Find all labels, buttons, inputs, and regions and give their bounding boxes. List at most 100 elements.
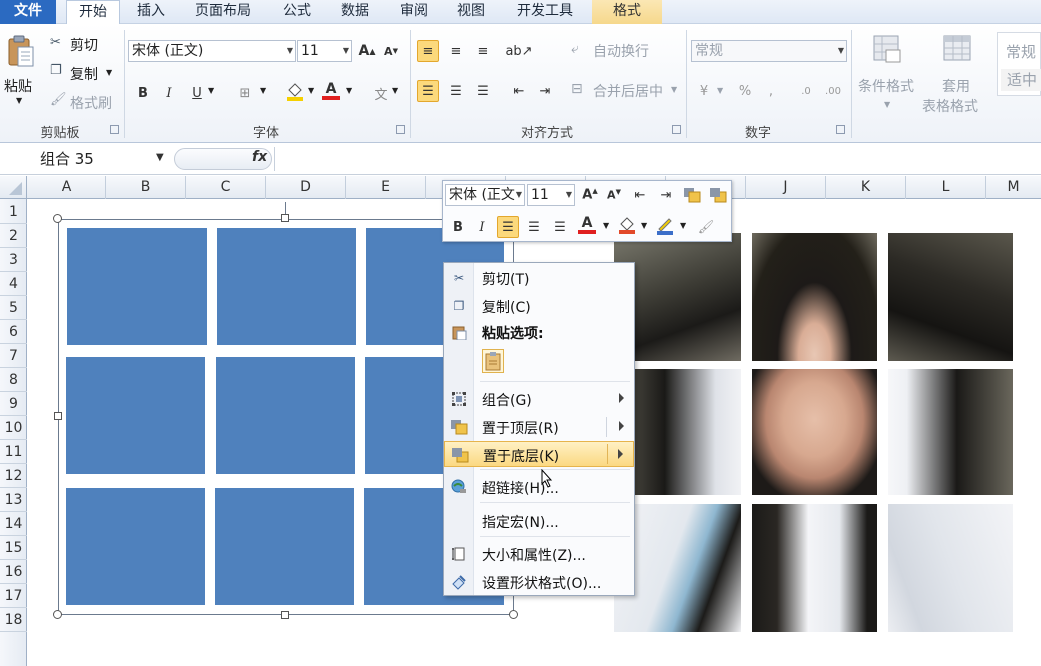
- name-box-dropdown-icon[interactable]: ▼: [156, 152, 164, 163]
- align-right-button[interactable]: ☰: [472, 80, 494, 102]
- row-header[interactable]: 5: [0, 296, 27, 320]
- font-color-button[interactable]: A: [320, 80, 342, 102]
- row-header[interactable]: 6: [0, 320, 27, 344]
- clipboard-launcher-icon[interactable]: [110, 125, 119, 134]
- row-header[interactable]: 10: [0, 416, 27, 440]
- photo-tile[interactable]: [752, 233, 877, 361]
- resize-handle-w[interactable]: [54, 412, 62, 420]
- tab-page-layout[interactable]: 页面布局: [184, 0, 262, 24]
- photo-tile[interactable]: [888, 233, 1013, 361]
- mini-line-color-button[interactable]: [654, 214, 676, 236]
- row-header[interactable]: 13: [0, 488, 27, 512]
- underline-dropdown-icon[interactable]: ▼: [208, 86, 214, 95]
- mini-align-right-button[interactable]: ☰: [549, 216, 571, 238]
- tab-home[interactable]: 开始: [66, 0, 120, 25]
- shrink-font-button[interactable]: A ▼: [380, 40, 402, 62]
- merge-center-button[interactable]: ⊟ 合并后居中 ▼: [571, 80, 681, 102]
- menu-item-send-to-back[interactable]: 置于底层(K): [444, 441, 634, 467]
- row-header[interactable]: 7: [0, 344, 27, 368]
- currency-button[interactable]: ¥: [693, 80, 715, 102]
- tab-developer[interactable]: 开发工具: [504, 0, 586, 24]
- tab-format[interactable]: 格式: [592, 0, 662, 24]
- menu-item-hyperlink[interactable]: 超链接(H)...: [444, 474, 634, 500]
- mini-grow-font-button[interactable]: A▲: [579, 184, 601, 206]
- col-header-j[interactable]: J: [746, 176, 826, 199]
- mini-font-combo[interactable]: 宋体 (正文 ▼: [445, 184, 525, 206]
- formula-input[interactable]: [274, 147, 1041, 171]
- row-header[interactable]: 14: [0, 512, 27, 536]
- submenu-arrow-icon[interactable]: [619, 421, 624, 431]
- menu-item-size-properties[interactable]: 大小和属性(Z)...: [444, 541, 634, 567]
- menu-item-assign-macro[interactable]: 指定宏(N)...: [444, 508, 634, 534]
- mini-format-painter-button[interactable]: 🖌: [695, 216, 717, 238]
- cut-button[interactable]: ✂ 剪切: [50, 34, 110, 54]
- col-header-b[interactable]: B: [106, 176, 186, 199]
- decrease-indent-button[interactable]: ⇤: [508, 80, 530, 102]
- mini-increase-indent-button[interactable]: ⇥: [655, 184, 677, 206]
- copy-button[interactable]: ❐ 复制 ▼: [50, 63, 116, 83]
- photo-tile[interactable]: [752, 369, 877, 495]
- font-name-combo[interactable]: 宋体 (正文) ▼: [128, 40, 296, 62]
- fill-dropdown-icon[interactable]: ▼: [308, 86, 314, 95]
- photo-tile[interactable]: [888, 369, 1013, 495]
- font-size-combo[interactable]: 11 ▼: [297, 40, 352, 62]
- italic-button[interactable]: I: [158, 82, 180, 104]
- increase-indent-button[interactable]: ⇥: [534, 80, 556, 102]
- col-header-k[interactable]: K: [826, 176, 906, 199]
- col-header-m[interactable]: M: [986, 176, 1041, 199]
- paste-button[interactable]: 粘贴 ▼: [4, 34, 38, 112]
- number-launcher-icon[interactable]: [836, 125, 845, 134]
- menu-item-group[interactable]: 组合(G): [444, 386, 634, 412]
- style-normal[interactable]: 常规: [1006, 41, 1036, 62]
- tab-insert[interactable]: 插入: [124, 0, 178, 24]
- mini-shrink-font-button[interactable]: A▼: [603, 184, 625, 206]
- row-header[interactable]: 8: [0, 368, 27, 392]
- col-header-e[interactable]: E: [346, 176, 426, 199]
- wrap-text-button[interactable]: ⤶ 自动换行: [571, 40, 671, 62]
- mini-fill-color-button[interactable]: [616, 214, 638, 236]
- format-painter-button[interactable]: 🖌 格式刷: [50, 92, 120, 112]
- row-header[interactable]: 9: [0, 392, 27, 416]
- mini-bold-button[interactable]: B: [447, 216, 469, 238]
- col-header-d[interactable]: D: [266, 176, 346, 199]
- cell-styles-gallery[interactable]: 常规 适中: [997, 32, 1041, 96]
- row-header[interactable]: 3: [0, 248, 27, 272]
- menu-item-cut[interactable]: ✂ 剪切(T): [444, 265, 634, 291]
- menu-item-copy[interactable]: ❐ 复制(C): [444, 293, 634, 319]
- alignment-launcher-icon[interactable]: [672, 125, 681, 134]
- underline-button[interactable]: U: [186, 82, 208, 104]
- conditional-format-button[interactable]: 条件格式 ▼: [856, 32, 922, 112]
- mini-italic-button[interactable]: I: [471, 216, 493, 238]
- orientation-button[interactable]: ab↗: [505, 40, 532, 62]
- tab-data[interactable]: 数据: [328, 0, 382, 24]
- row-header[interactable]: 2: [0, 224, 27, 248]
- blue-tile[interactable]: [66, 357, 205, 474]
- fill-color-button[interactable]: [284, 80, 306, 102]
- increase-decimal-button[interactable]: .0: [795, 80, 817, 102]
- paste-option-button[interactable]: [482, 349, 504, 373]
- blue-tile[interactable]: [67, 228, 207, 345]
- resize-handle-se[interactable]: [509, 610, 518, 619]
- row-header[interactable]: 4: [0, 272, 27, 296]
- row-header[interactable]: 1: [0, 200, 27, 224]
- row-header[interactable]: 16: [0, 560, 27, 584]
- align-bottom-button[interactable]: ≡: [472, 40, 494, 62]
- menu-item-format-shape[interactable]: 设置形状格式(O)...: [444, 569, 634, 595]
- decrease-decimal-button[interactable]: .00: [822, 80, 844, 102]
- col-header-c[interactable]: C: [186, 176, 266, 199]
- blue-tile[interactable]: [66, 488, 205, 605]
- blue-tile[interactable]: [216, 357, 355, 474]
- phonetic-button[interactable]: 文: [370, 82, 392, 104]
- col-header-l[interactable]: L: [906, 176, 986, 199]
- align-middle-button[interactable]: ≡: [445, 40, 467, 62]
- number-format-combo[interactable]: 常规 ▼: [691, 40, 847, 62]
- font-color-dropdown-icon[interactable]: ▼: [346, 86, 352, 95]
- tab-formulas[interactable]: 公式: [272, 0, 322, 24]
- row-header[interactable]: 11: [0, 440, 27, 464]
- resize-handle-nw[interactable]: [53, 214, 62, 223]
- border-dropdown-icon[interactable]: ▼: [260, 86, 266, 95]
- select-all-corner[interactable]: [0, 176, 27, 199]
- resize-handle-n[interactable]: [281, 214, 289, 222]
- align-left-button[interactable]: ☰: [417, 80, 439, 102]
- style-neutral[interactable]: 适中: [1001, 69, 1041, 91]
